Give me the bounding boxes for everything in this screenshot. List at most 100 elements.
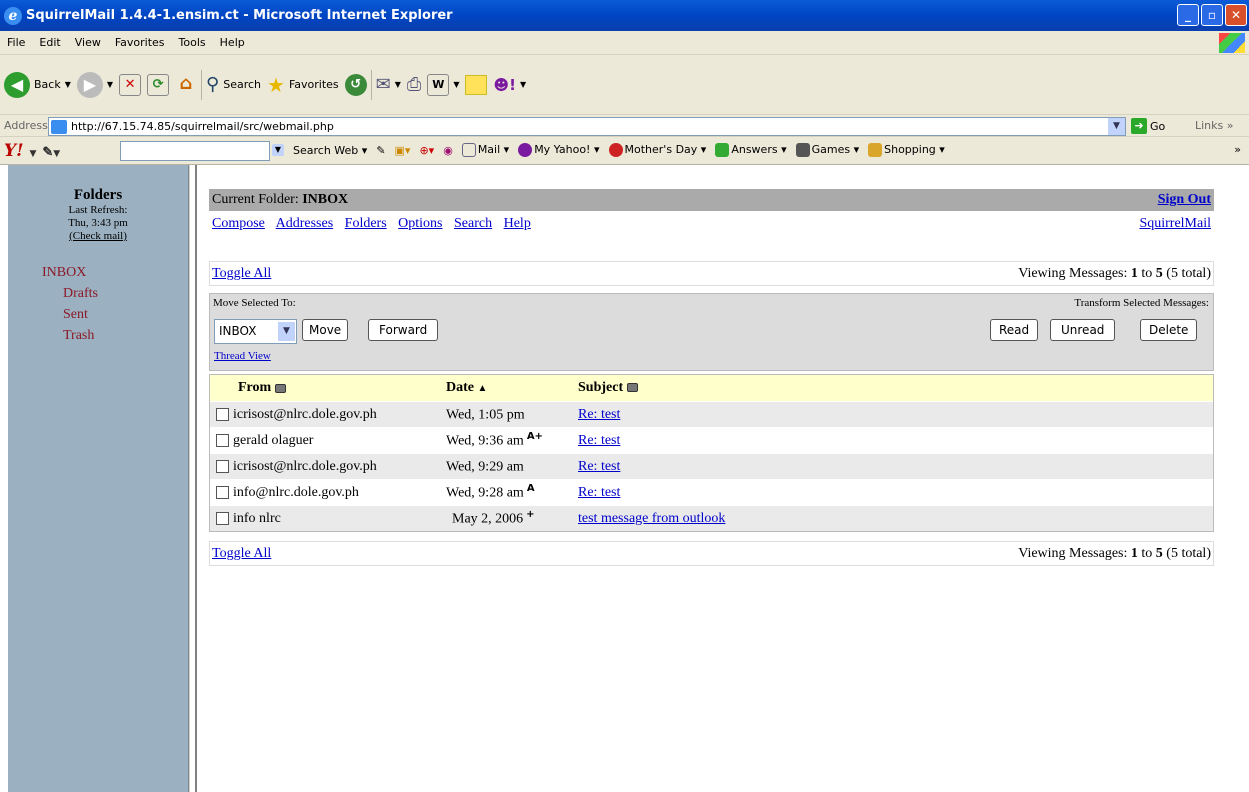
back-button[interactable]: ◀ Back ▼ [4,71,71,98]
toggle-all-link-top[interactable]: Toggle All [212,266,271,282]
squirrelmail-link[interactable]: SquirrelMail [1139,216,1211,232]
sign-out-link[interactable]: Sign Out [1158,192,1211,207]
message-checkbox[interactable] [216,486,229,499]
links-button[interactable]: Links » [1195,119,1234,132]
menu-tools[interactable]: Tools [172,36,213,49]
search-button[interactable]: ⚲ Search [206,74,261,95]
close-button[interactable]: ✕ [1225,4,1247,26]
frame-divider[interactable] [189,165,197,792]
delete-button[interactable]: Delete [1140,319,1198,341]
help-link[interactable]: Help [504,216,531,231]
move-button[interactable]: Move [302,319,349,341]
history-icon[interactable]: ↺ [344,73,367,96]
crosshair-icon[interactable]: ⊕▾ [419,144,434,157]
favorites-button[interactable]: ★ Favorites [267,73,339,97]
date-column-header[interactable]: Date ▲ [446,380,487,396]
subject-link[interactable]: Re: test [578,407,620,422]
table-row[interactable]: info nlrc May 2, 2006 + test message from o… [210,505,1213,531]
table-row[interactable]: gerald olaguer Wed, 9:36 am A+ Re: test [210,427,1213,453]
subject-column-header[interactable]: Subject [578,380,639,396]
compose-link[interactable]: Compose [212,216,265,231]
mail-icon: ✉ [375,74,391,95]
folder-inbox[interactable]: INBOX [8,262,188,283]
addresses-link[interactable]: Addresses [276,216,334,231]
table-row[interactable]: info@nlrc.dole.gov.ph Wed, 9:28 am A Re: te… [210,479,1213,505]
search-icon: ⚲ [206,74,220,95]
viewing-messages-top: Viewing Messages: 1 to 5 (5 total) [1018,265,1211,281]
go-button[interactable]: ➜ Go [1131,118,1165,134]
highlight-icon[interactable]: ▣▾ [395,144,411,157]
windows-logo-icon [1219,33,1245,53]
mothers-day-button[interactable]: Mother's Day ▾ [608,143,706,157]
current-folder-bar: Current Folder: INBOX Sign Out [209,189,1214,211]
folder-trash[interactable]: Trash [8,325,188,346]
subject-cell: Re: test [578,433,620,449]
yahoo-logo-icon[interactable]: Y! ▼ ✎▼ [4,141,60,161]
subject-link[interactable]: Re: test [578,433,620,448]
sort-icon [627,383,639,393]
mail-menu-button[interactable]: ✉ ▼ [376,74,401,95]
address-input[interactable]: http://67.15.74.85/squirrelmail/src/webm… [48,117,1126,136]
message-checkbox[interactable] [216,460,229,473]
menu-favorites[interactable]: Favorites [108,36,172,49]
yahoo-search-dropdown-icon[interactable]: ▼ [272,144,284,156]
folder-sent[interactable]: Sent [8,304,188,325]
yahoo-search-input[interactable] [120,141,270,161]
unread-button[interactable]: Unread [1050,319,1116,341]
search-web-button[interactable]: Search Web ▾ [293,144,367,157]
from-column-header[interactable]: From [210,380,440,396]
folders-heading: Folders [73,187,123,203]
refresh-icon[interactable]: ⟳ [147,73,170,96]
forward-nav-button[interactable]: ▶ ▼ [76,71,113,98]
maximize-button[interactable]: ▫ [1201,4,1223,26]
subject-link[interactable]: test message from outlook [578,511,725,526]
window-title: SquirrelMail 1.4.4-1.ensim.ct - Microsof… [26,8,453,23]
shopping-button[interactable]: Shopping ▾ [868,143,945,157]
thread-view-link[interactable]: Thread View [214,350,271,362]
stop-icon[interactable]: ✕ [119,73,142,96]
messenger-icon: ☻! [493,75,516,94]
menu-view[interactable]: View [68,36,108,49]
message-checkbox[interactable] [216,512,229,525]
subject-link[interactable]: Re: test [578,459,620,474]
subject-link[interactable]: Re: test [578,485,620,500]
my-yahoo-button[interactable]: My Yahoo! ▾ [518,143,600,157]
last-refresh-label: Last Refresh: [68,204,128,216]
toggle-all-link-bottom[interactable]: Toggle All [212,546,271,562]
print-button[interactable]: ⎙ [407,74,421,95]
search-link[interactable]: Search [454,216,492,231]
home-icon[interactable]: ⌂ [175,73,197,96]
answers-button[interactable]: Answers ▾ [715,143,787,157]
folders-link[interactable]: Folders [345,216,387,231]
table-row[interactable]: icrisost@nlrc.dole.gov.ph Wed, 9:29 am Re:… [210,453,1213,479]
headphones-icon[interactable]: ◉ [443,144,453,157]
menu-file[interactable]: File [0,36,32,49]
games-button[interactable]: Games ▾ [795,143,859,157]
menu-help[interactable]: Help [213,36,252,49]
answers-icon [715,143,730,157]
table-row[interactable]: icrisost@nlrc.dole.gov.ph Wed, 1:05 pm Re:… [210,401,1213,427]
minimize-button[interactable]: _ [1177,4,1199,26]
edit-button[interactable]: W ▼ [427,73,459,96]
yahoo-mail-button[interactable]: Mail ▾ [461,143,509,157]
address-dropdown-icon[interactable]: ▼ [1108,118,1125,135]
yahoo-messenger-button[interactable]: ☻! ▼ [493,76,526,94]
window-controls: _ ▫ ✕ [1177,4,1247,26]
message-checkbox[interactable] [216,434,229,447]
read-button[interactable]: Read [990,319,1039,341]
current-folder-name: INBOX [302,192,349,207]
options-link[interactable]: Options [398,216,442,231]
folder-drafts[interactable]: Drafts [8,283,188,304]
sender: info nlrc [233,510,281,526]
pencil-icon[interactable]: ✎ [376,144,385,157]
current-folder-text: Current Folder: INBOX [212,192,349,207]
folder-list: INBOX Drafts Sent Trash [8,262,188,346]
menu-edit[interactable]: Edit [32,36,67,49]
forward-button[interactable]: Forward [368,319,439,341]
notes-button[interactable] [465,74,488,95]
toolbar-overflow-icon[interactable]: » [1234,143,1241,156]
check-mail-link[interactable]: (Check mail) [8,230,188,242]
message-checkbox[interactable] [216,408,229,421]
move-folder-select[interactable]: INBOX ▼ [214,319,297,344]
toggle-bar-bottom: Toggle All Viewing Messages: 1 to 5 (5 t… [209,541,1214,566]
